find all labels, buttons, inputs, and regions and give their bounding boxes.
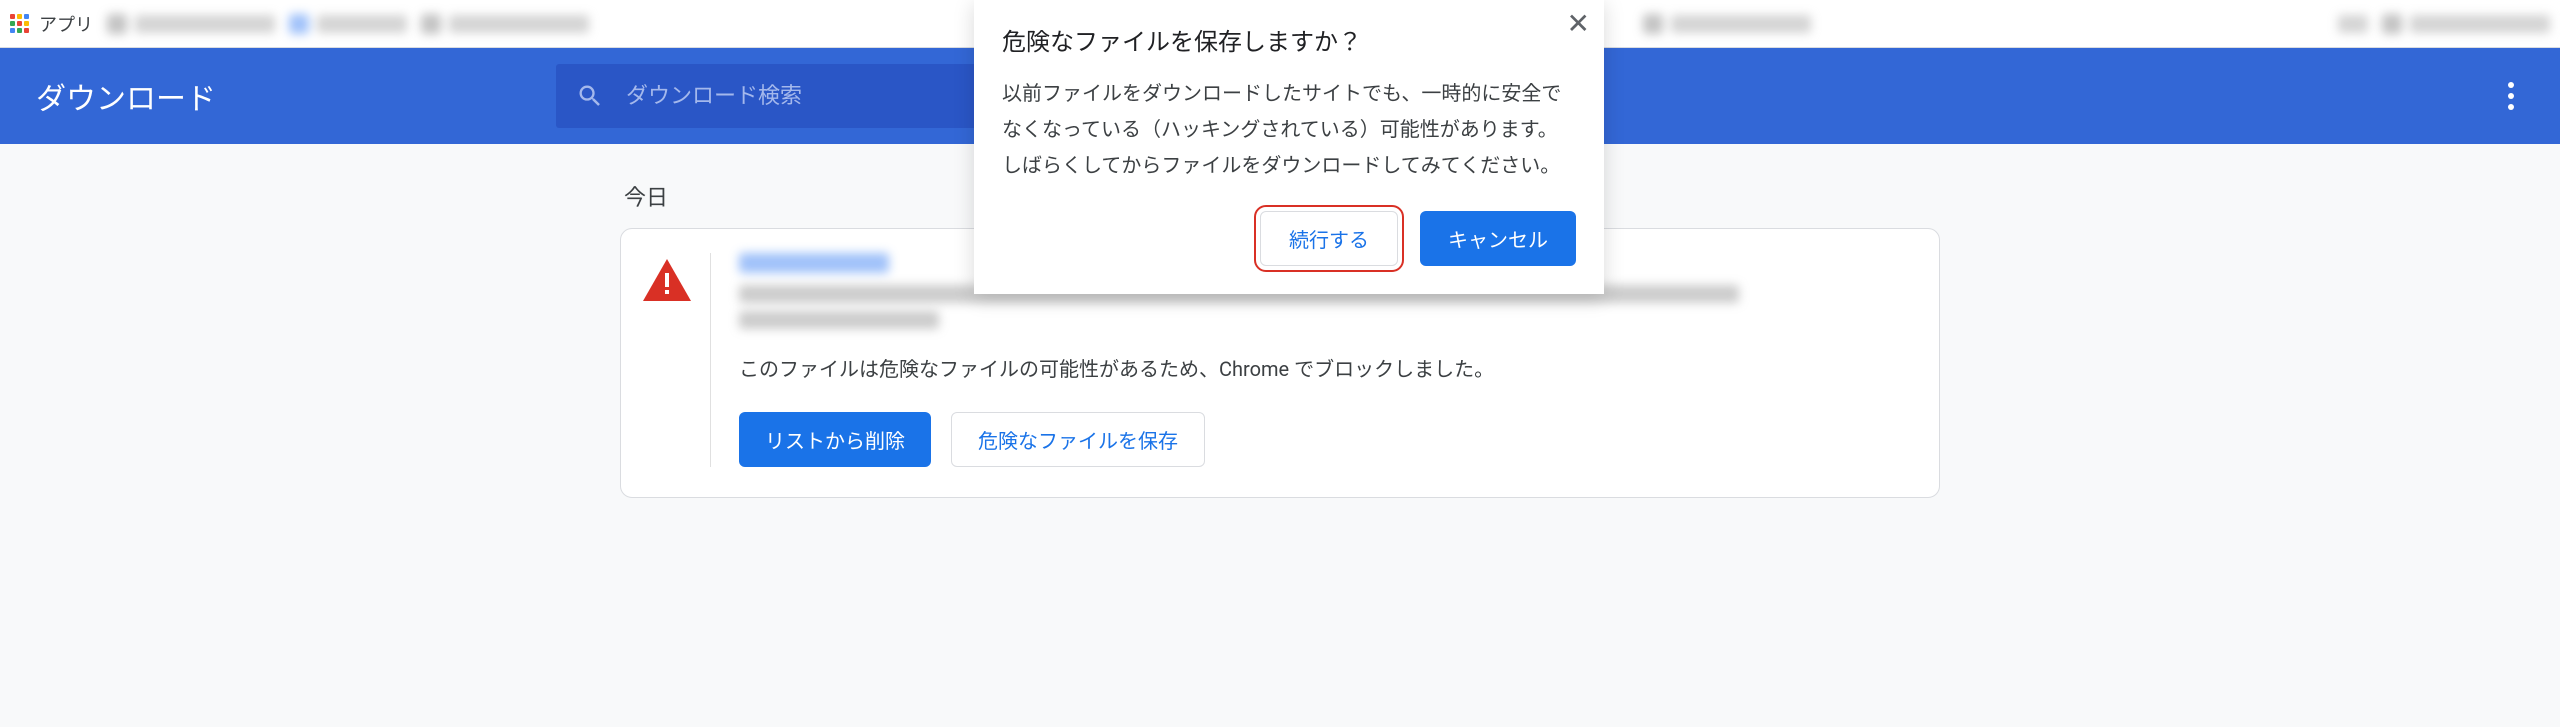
- more-vert-icon[interactable]: [2498, 72, 2524, 120]
- bookmark-item[interactable]: [2338, 15, 2368, 33]
- download-warning-text: このファイルは危険なファイルの可能性があるため、Chrome でブロックしました…: [739, 353, 1909, 382]
- download-file-name[interactable]: [739, 253, 889, 273]
- bookmark-item[interactable]: [421, 14, 589, 34]
- search-icon: [576, 82, 604, 110]
- apps-grid-icon: [10, 14, 29, 33]
- bookmark-item[interactable]: [1643, 14, 1811, 34]
- close-icon[interactable]: ✕: [1567, 10, 1590, 38]
- danger-icon: [643, 259, 691, 301]
- bookmark-item[interactable]: [2382, 14, 2550, 34]
- dialog-body-text: 以前ファイルをダウンロードしたサイトでも、一時的に安全でなくなっている（ハッキン…: [1002, 75, 1576, 183]
- confirm-dialog: ✕ 危険なファイルを保存しますか？ 以前ファイルをダウンロードしたサイトでも、一…: [974, 0, 1604, 294]
- page-title: ダウンロード: [36, 74, 216, 118]
- continue-button[interactable]: 続行する: [1260, 211, 1398, 266]
- bookmark-item[interactable]: [107, 14, 275, 34]
- cancel-button[interactable]: キャンセル: [1420, 211, 1576, 266]
- dialog-title: 危険なファイルを保存しますか？: [1002, 0, 1576, 75]
- download-file-url: [739, 311, 939, 329]
- bookmark-item[interactable]: [289, 14, 407, 34]
- apps-label: アプリ: [39, 11, 93, 37]
- remove-from-list-button[interactable]: リストから削除: [739, 412, 931, 467]
- keep-dangerous-file-button[interactable]: 危険なファイルを保存: [951, 412, 1205, 467]
- apps-shortcut[interactable]: アプリ: [10, 11, 93, 37]
